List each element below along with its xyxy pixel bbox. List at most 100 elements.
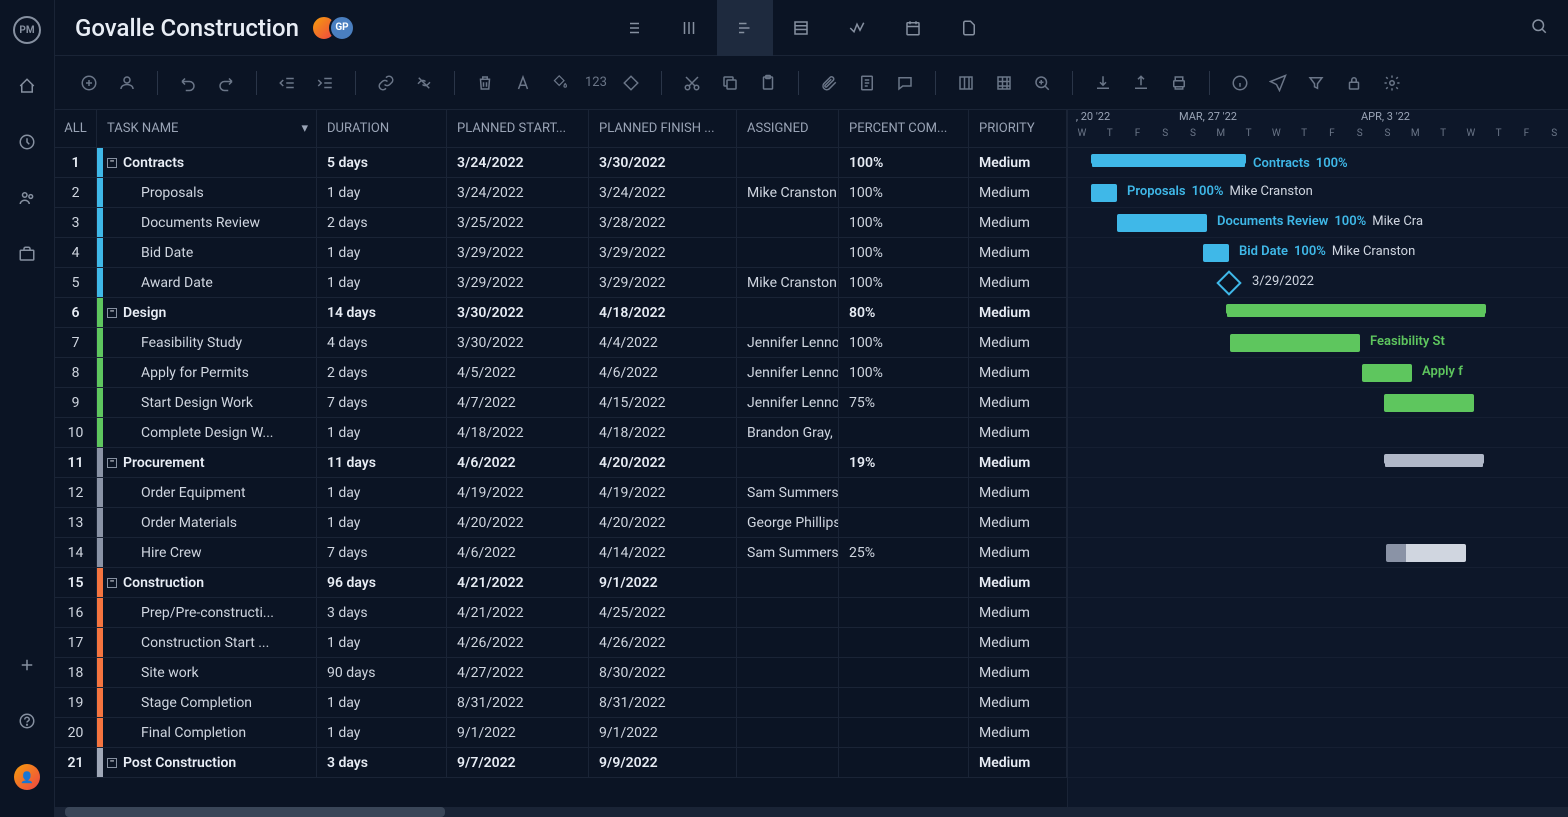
start-cell[interactable]: 4/20/2022 [447,508,589,537]
finish-cell[interactable]: 9/1/2022 [589,568,737,597]
start-cell[interactable]: 3/29/2022 [447,268,589,297]
priority-cell[interactable]: Medium [969,448,1067,477]
gantt-bar[interactable]: Bid Date100%Mike Cranston [1203,244,1229,262]
font-icon[interactable] [509,69,537,97]
finish-cell[interactable]: 8/31/2022 [589,688,737,717]
table-row[interactable]: 2Proposals1 day3/24/20223/24/2022Mike Cr… [55,178,1067,208]
duration-cell[interactable]: 3 days [317,598,447,627]
start-cell[interactable]: 4/6/2022 [447,448,589,477]
percent-cell[interactable]: 19% [839,448,969,477]
percent-cell[interactable] [839,628,969,657]
task-name-cell[interactable]: −Post Construction [97,748,317,777]
table-row[interactable]: 8Apply for Permits2 days4/5/20224/6/2022… [55,358,1067,388]
copy-icon[interactable] [716,69,744,97]
filter-icon[interactable] [1302,69,1330,97]
assigned-cell[interactable] [737,448,839,477]
priority-cell[interactable]: Medium [969,178,1067,207]
app-logo[interactable]: PM [11,14,43,46]
finish-cell[interactable]: 4/20/2022 [589,448,737,477]
grid-icon[interactable] [990,69,1018,97]
search-icon[interactable] [1530,17,1548,39]
gantt-row[interactable] [1068,538,1568,568]
table-row[interactable]: 6−Design14 days3/30/20224/18/202280%Medi… [55,298,1067,328]
assigned-cell[interactable]: Brandon Gray, [737,418,839,447]
table-row[interactable]: 14Hire Crew7 days4/6/20224/14/2022Sam Su… [55,538,1067,568]
help-icon[interactable] [11,705,43,737]
collapse-icon[interactable]: − [107,758,117,768]
duration-cell[interactable]: 1 day [317,718,447,747]
gantt-view-icon[interactable] [717,0,773,56]
gantt-bar[interactable] [1384,394,1474,412]
gantt-bar[interactable]: Documents Review100%Mike Cra [1117,214,1207,232]
gantt-row[interactable] [1068,448,1568,478]
priority-cell[interactable]: Medium [969,628,1067,657]
finish-cell[interactable]: 3/29/2022 [589,238,737,267]
duration-cell[interactable]: 3 days [317,748,447,777]
duration-cell[interactable]: 14 days [317,298,447,327]
finish-cell[interactable]: 4/6/2022 [589,358,737,387]
start-cell[interactable]: 4/7/2022 [447,388,589,417]
start-cell[interactable]: 4/27/2022 [447,658,589,687]
start-cell[interactable]: 3/29/2022 [447,238,589,267]
start-cell[interactable]: 3/24/2022 [447,148,589,177]
table-row[interactable]: 13Order Materials1 day4/20/20224/20/2022… [55,508,1067,538]
finish-cell[interactable]: 4/19/2022 [589,478,737,507]
priority-cell[interactable]: Medium [969,388,1067,417]
recent-icon[interactable] [11,126,43,158]
priority-cell[interactable]: Medium [969,718,1067,747]
gantt-bar[interactable]: Contracts100% [1091,156,1246,164]
gantt-row[interactable] [1068,298,1568,328]
user-avatar[interactable]: 👤 [11,761,43,793]
start-cell[interactable]: 4/26/2022 [447,628,589,657]
gantt-row[interactable]: Bid Date100%Mike Cranston [1068,238,1568,268]
gantt-row[interactable] [1068,628,1568,658]
collapse-icon[interactable]: − [107,578,117,588]
cut-icon[interactable] [678,69,706,97]
undo-icon[interactable] [174,69,202,97]
start-cell[interactable]: 4/21/2022 [447,568,589,597]
dashboard-view-icon[interactable] [829,0,885,56]
gantt-bar[interactable]: Apply f [1362,364,1412,382]
percent-cell[interactable] [839,658,969,687]
print-icon[interactable] [1165,69,1193,97]
duration-cell[interactable]: 1 day [317,268,447,297]
table-row[interactable]: 7Feasibility Study4 days3/30/20224/4/202… [55,328,1067,358]
task-name-cell[interactable]: Start Design Work [97,388,317,417]
gantt-row[interactable] [1068,388,1568,418]
gantt-bar[interactable] [1384,456,1484,464]
task-name-cell[interactable]: Order Materials [97,508,317,537]
duration-cell[interactable]: 1 day [317,508,447,537]
percent-cell[interactable]: 100% [839,208,969,237]
finish-cell[interactable]: 4/14/2022 [589,538,737,567]
task-name-cell[interactable]: Stage Completion [97,688,317,717]
table-row[interactable]: 15−Construction96 days4/21/20229/1/2022M… [55,568,1067,598]
col-task-name[interactable]: TASK NAME▾ [97,110,317,147]
lock-icon[interactable] [1340,69,1368,97]
assigned-cell[interactable]: George Phillips [737,508,839,537]
priority-cell[interactable]: Medium [969,598,1067,627]
duration-cell[interactable]: 7 days [317,388,447,417]
finish-cell[interactable]: 4/4/2022 [589,328,737,357]
duration-cell[interactable]: 1 day [317,178,447,207]
task-name-cell[interactable]: Bid Date [97,238,317,267]
settings-icon[interactable] [1378,69,1406,97]
duration-cell[interactable]: 96 days [317,568,447,597]
gantt-row[interactable] [1068,748,1568,778]
priority-cell[interactable]: Medium [969,538,1067,567]
table-row[interactable]: 1−Contracts5 days3/24/20223/30/2022100%M… [55,148,1067,178]
priority-cell[interactable]: Medium [969,478,1067,507]
task-name-cell[interactable]: −Contracts [97,148,317,177]
table-row[interactable]: 12Order Equipment1 day4/19/20224/19/2022… [55,478,1067,508]
assigned-cell[interactable] [737,298,839,327]
start-cell[interactable]: 4/6/2022 [447,538,589,567]
avatar-2[interactable]: GP [329,15,355,41]
redo-icon[interactable] [212,69,240,97]
horizontal-scrollbar[interactable] [55,807,1568,817]
percent-cell[interactable]: 100% [839,148,969,177]
duration-cell[interactable]: 11 days [317,448,447,477]
sheet-view-icon[interactable] [773,0,829,56]
add-task-icon[interactable] [75,69,103,97]
percent-cell[interactable] [839,718,969,747]
gantt-row[interactable] [1068,418,1568,448]
table-row[interactable]: 9Start Design Work7 days4/7/20224/15/202… [55,388,1067,418]
